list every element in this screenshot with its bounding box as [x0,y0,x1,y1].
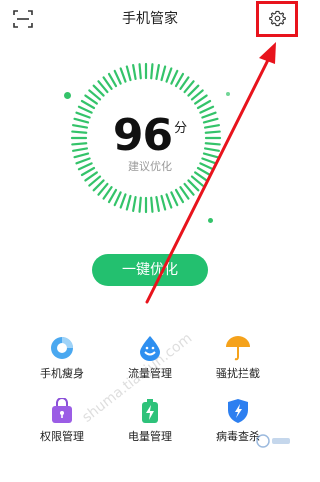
tool-label: 手机瘦身 [40,367,84,380]
watermark-logo [256,434,292,451]
gauge-tick [132,64,137,81]
lock-bag-icon [52,398,72,423]
gauge-tick [138,63,142,80]
tool-label: 骚扰拦截 [216,367,260,380]
gauge-tick [179,186,190,200]
gauge-tick [155,195,160,212]
score-unit: 分 [174,121,188,136]
gauge-tick [119,193,127,209]
gauge-tick [80,99,96,110]
gauge-tick [84,94,98,105]
gauge-tick [174,188,185,204]
gauge-tick [138,196,142,213]
battery-icon [142,399,158,423]
gauge-tick [107,188,118,204]
tool-harassment-block[interactable]: 骚扰拦截 [188,335,288,395]
tool-phone-cleanup[interactable]: 手机瘦身 [12,335,112,395]
gauge-tick [132,195,137,212]
gauge-tick [194,94,208,105]
decor-dot [208,218,213,223]
gauge-tick [125,194,132,211]
tool-battery-management[interactable]: 电量管理 [100,398,200,458]
gauge-tick [107,72,118,88]
settings-highlight-box [256,1,298,37]
gauge-tick [170,69,179,85]
gauge-tick [125,65,132,82]
gauge-tick [165,67,173,83]
top-bar: 手机管家 [0,0,300,40]
gauge-tick [102,76,113,90]
score-value: 96 [112,110,173,161]
decor-dot [226,92,230,96]
gauge-tick [179,76,190,90]
gauge-tick [113,69,122,85]
page-title: 手机管家 [122,11,178,27]
gauge-tick [113,191,122,207]
shield-icon [228,399,248,423]
gauge-tick [165,193,173,209]
gauge-tick [150,63,154,80]
gear-icon[interactable] [269,10,286,27]
gauge-tick [119,67,127,83]
score-display: 96 分 [0,110,300,161]
gauge-tick [155,64,160,81]
gauge-tick [174,72,185,88]
tool-label: 权限管理 [40,430,84,443]
gauge-tick [102,186,113,200]
tool-label: 电量管理 [128,430,172,443]
gauge-tick [160,65,167,82]
gauge-tick [196,99,212,110]
pie-chart-icon [51,337,73,359]
umbrella-icon [226,336,250,361]
one-click-optimize-button[interactable]: 一键优化 [92,254,208,286]
gauge-tick [170,191,179,207]
decor-dot [64,92,71,99]
gauge-tick [150,196,154,213]
score-status-label: 建议优化 [128,160,172,173]
gauge-tick [160,194,167,211]
